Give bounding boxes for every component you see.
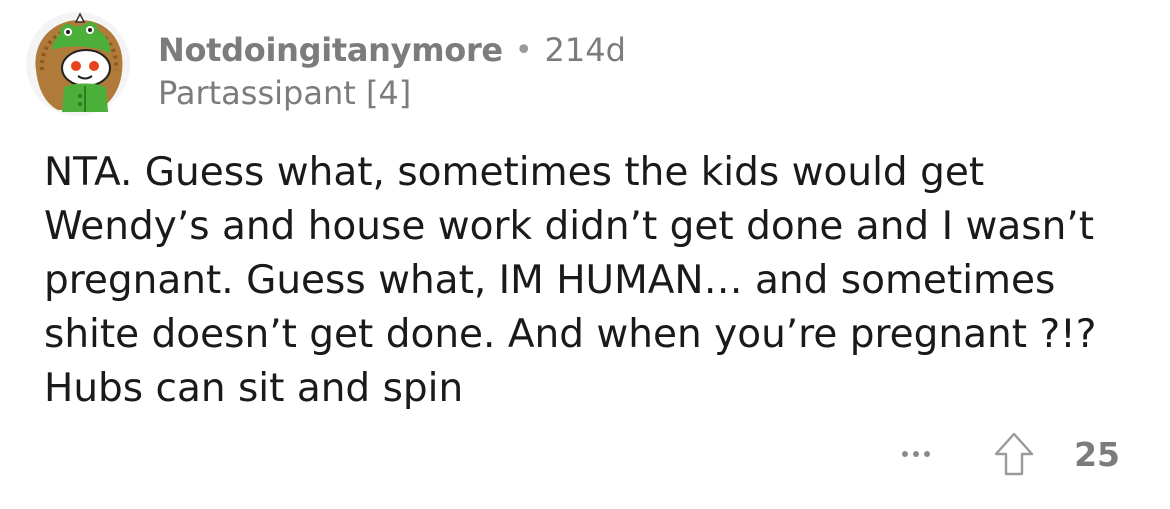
comment-age: 214d (544, 31, 626, 69)
comment-text: NTA. Guess what, sometimes the kids woul… (44, 150, 1097, 411)
upvote-arrow-icon[interactable] (992, 430, 1036, 478)
comment-body: NTA. Guess what, sometimes the kids woul… (44, 146, 1144, 416)
comment: Notdoingitanymore • 214d Partassipant [4… (0, 0, 1170, 509)
more-options-icon[interactable] (902, 451, 931, 457)
comment-meta: Notdoingitanymore • 214d Partassipant [4… (158, 28, 626, 112)
meta-separator: • (514, 32, 533, 68)
user-flair: Partassipant [4] (158, 74, 412, 112)
user-avatar-icon[interactable] (24, 10, 132, 118)
comment-actions: 25 (902, 430, 1120, 478)
username-link[interactable]: Notdoingitanymore (158, 31, 503, 69)
vote-score: 25 (1074, 434, 1120, 474)
meta-line: Notdoingitanymore • 214d (158, 28, 626, 72)
